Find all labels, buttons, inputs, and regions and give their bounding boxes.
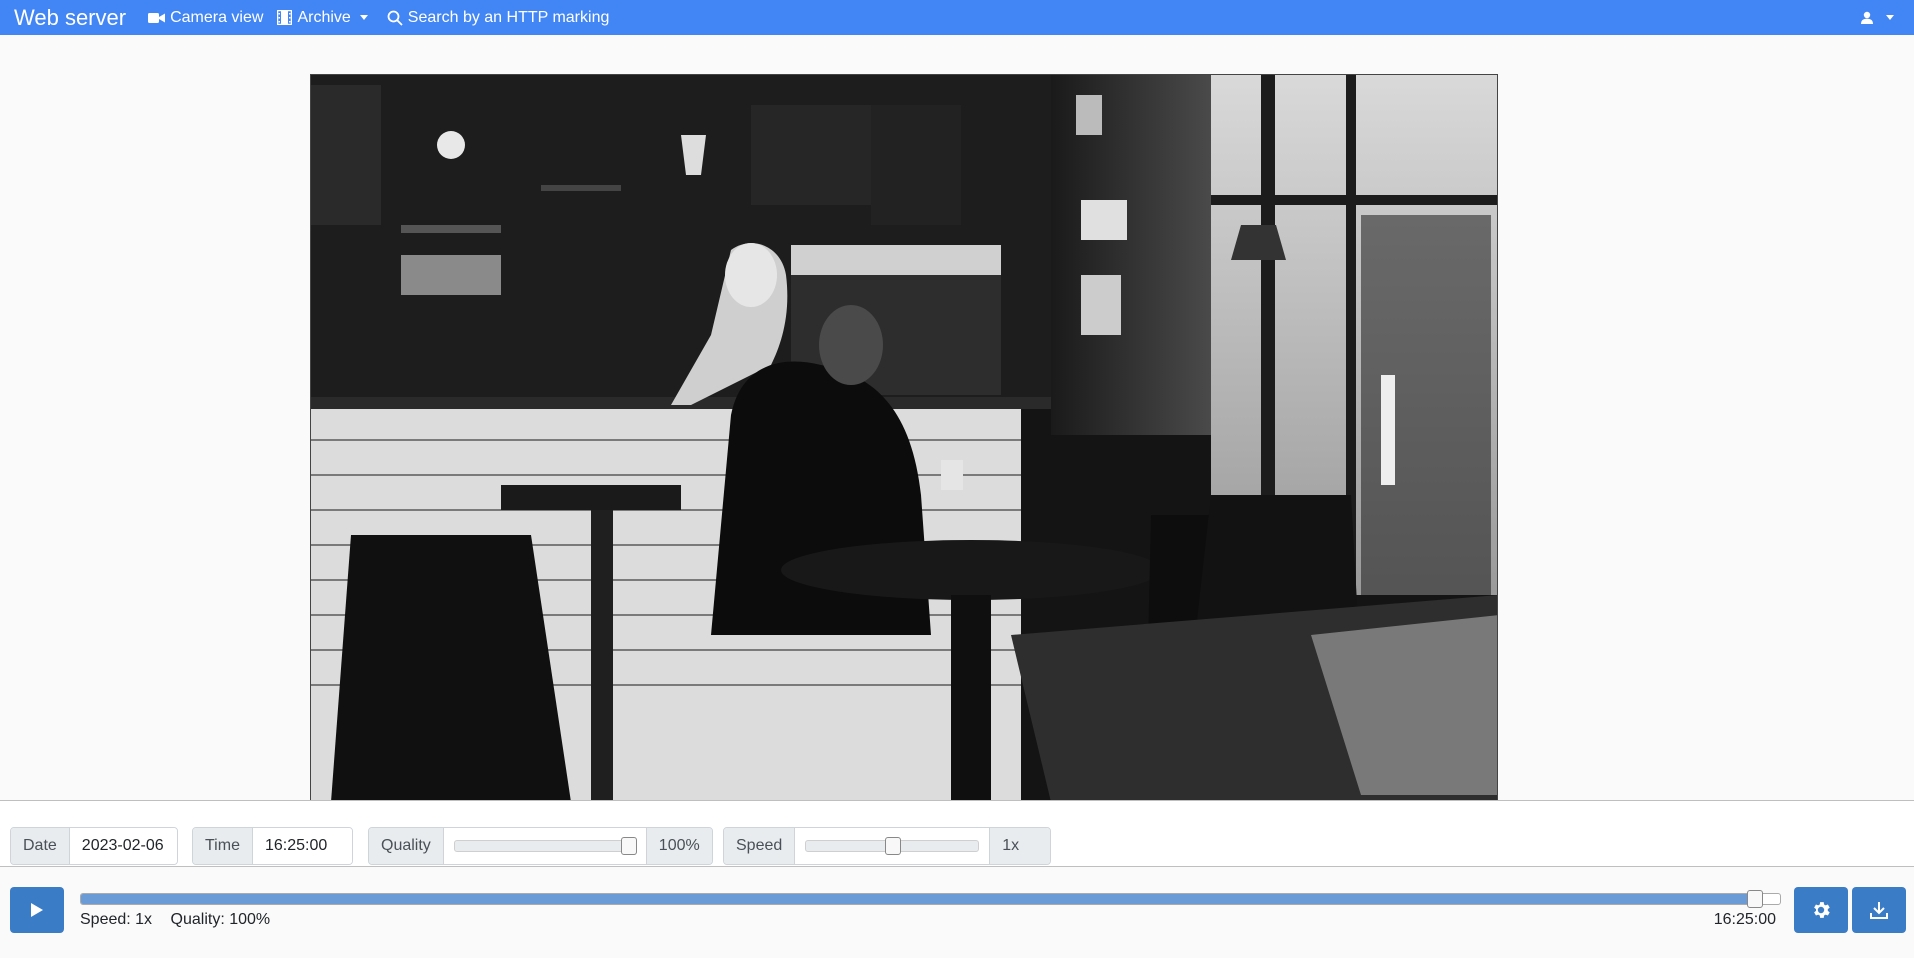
quality-value: 100% [645,828,712,864]
speed-slider-track[interactable] [805,837,980,855]
speed-status: Speed: 1x [80,911,153,928]
navbar: Web server Camera view Archive Search by… [0,0,1914,35]
quality-label: Quality [369,828,444,864]
caret-down-icon [359,15,368,20]
user-icon [1861,11,1873,24]
brand-title[interactable]: Web server [14,5,126,31]
date-group: Date 2023-02-06 [10,827,178,865]
nav-search-http-label: Search by an HTTP marking [407,8,610,26]
time-label: Time [193,828,253,864]
camera-image [311,75,1497,800]
search-icon [387,10,403,26]
nav-camera-view[interactable]: Camera view [148,9,263,27]
quality-group: Quality 100% [368,827,713,865]
play-button[interactable] [10,887,64,933]
quality-slider[interactable] [443,828,646,864]
nav-camera-view-label: Camera view [170,8,264,26]
time-group: Time 16:25:00 [192,827,353,865]
video-camera-icon [148,12,166,23]
date-input[interactable]: 2023-02-06 [69,828,177,864]
speed-group: Speed 1x [723,827,1052,865]
quality-slider-track[interactable] [453,837,637,855]
gear-icon [1814,902,1830,918]
play-icon [31,903,43,917]
quality-slider-thumb[interactable] [620,837,637,855]
user-menu[interactable] [1860,11,1894,25]
settings-button[interactable] [1794,887,1848,933]
timeline-slider[interactable] [80,890,1781,908]
date-label: Date [11,828,70,864]
quality-status: Quality: 100% [170,911,271,928]
time-input[interactable]: 16:25:00 [252,828,352,864]
film-icon [277,10,293,25]
video-frame[interactable] [310,74,1498,801]
download-button[interactable] [1852,887,1906,933]
playback-status: Speed: 1x Quality: 100% [80,911,284,929]
archive-controls: Date 2023-02-06 Time 16:25:00 Quality 10… [0,800,1914,867]
current-time: 16:25:00 [1713,911,1776,928]
main-area [0,35,1914,801]
download-icon [1870,902,1888,919]
speed-slider-thumb[interactable] [885,837,902,855]
timeline-thumb[interactable] [1747,890,1763,908]
nav-search-http[interactable]: Search by an HTTP marking [387,8,610,27]
speed-value: 1x [989,828,1051,864]
playback-bar: Speed: 1x Quality: 100% 16:25:00 [0,867,1914,958]
timeline-progress [81,894,1763,904]
caret-down-icon [1886,15,1894,20]
nav-archive[interactable]: Archive [277,9,372,27]
speed-slider[interactable] [795,828,990,864]
nav-archive-label: Archive [297,8,351,26]
speed-label: Speed [724,828,796,864]
